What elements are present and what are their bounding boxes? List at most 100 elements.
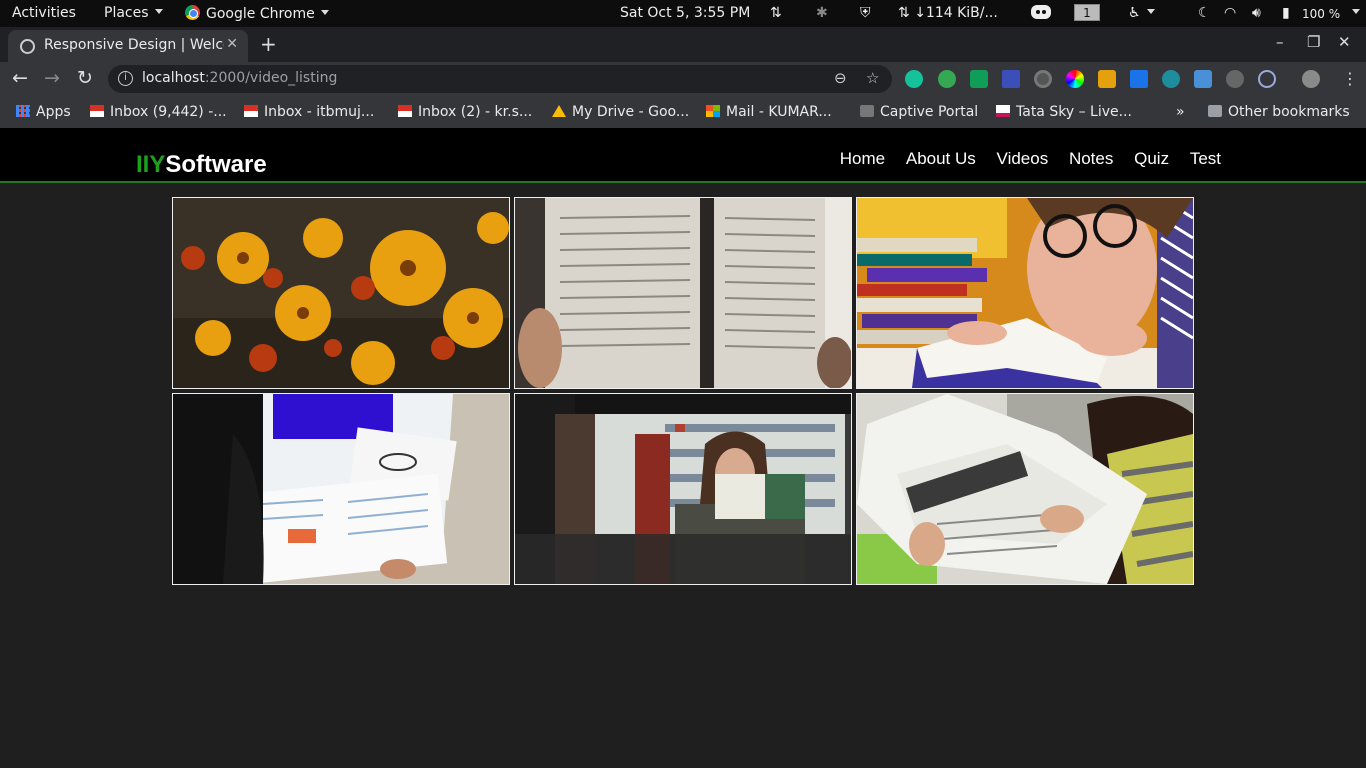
reload-button[interactable]: ↻ — [77, 67, 93, 89]
shield-icon: ⛨ — [860, 5, 871, 21]
accessibility-icon[interactable]: ♿ — [1128, 5, 1155, 21]
chevron-down-icon — [154, 9, 163, 14]
bookmark-captive-portal[interactable]: Captive Portal — [860, 104, 978, 120]
window-close-button[interactable]: ✕ — [1338, 33, 1351, 51]
system-menu[interactable] — [1346, 5, 1360, 21]
extension-crop-icon[interactable] — [1002, 70, 1020, 88]
video-thumbnail-flowers[interactable] — [172, 197, 510, 389]
chevron-down-icon — [1352, 9, 1360, 14]
bookmark-outlook[interactable]: Mail - KUMAR... — [706, 104, 832, 120]
browser-tab-active[interactable]: Responsive Design | Welcome ✕ — [8, 30, 248, 62]
nav-home[interactable]: Home — [840, 149, 885, 168]
color-picker-icon[interactable] — [1066, 70, 1084, 88]
react-devtools-icon[interactable] — [1258, 70, 1276, 88]
minimize-button[interactable]: – — [1276, 33, 1284, 51]
battery-percent: 100 % — [1302, 7, 1341, 21]
gmail-icon — [90, 105, 104, 117]
info-icon[interactable]: i — [118, 71, 133, 86]
zoom-icon[interactable]: ⊖ — [834, 69, 847, 87]
bookmark-gmail-2[interactable]: Inbox - itbmuj... — [244, 104, 374, 120]
video-thumbnail-library[interactable] — [514, 393, 852, 585]
new-tab-button[interactable]: + — [260, 32, 277, 56]
video-thumbnail-student-desk[interactable] — [172, 393, 510, 585]
extension-hand-icon[interactable] — [938, 70, 956, 88]
activities-button[interactable]: Activities — [12, 5, 76, 21]
url-host: localhost — [142, 70, 205, 86]
logo-text: Software — [165, 151, 267, 178]
places-menu[interactable]: Places — [104, 5, 163, 21]
tab-title: Responsive Design | Welcome — [44, 37, 224, 53]
network-speed-value: ↓114 KiB/... — [914, 5, 998, 21]
transfer-icon: ⇅ — [770, 5, 782, 21]
extension-window-icon[interactable] — [1130, 70, 1148, 88]
nav-about-us[interactable]: About Us — [906, 149, 976, 168]
url-path: :2000/video_listing — [204, 70, 338, 86]
logo-accent: IIY — [136, 151, 166, 178]
bookmark-gmail-1[interactable]: Inbox (9,442) -... — [90, 104, 227, 120]
portal-icon — [860, 105, 874, 117]
back-button[interactable]: ← — [12, 67, 28, 89]
forward-button[interactable]: → — [44, 67, 60, 89]
discord-icon — [1030, 3, 1052, 25]
volume-icon: 🔊︎ — [1252, 5, 1261, 21]
bookmark-label: Tata Sky – Live... — [1016, 104, 1132, 120]
extension-tool-icon[interactable] — [1098, 70, 1116, 88]
site-nav: Home About Us Videos Notes Quiz Test — [824, 149, 1221, 169]
tata-sky-icon — [996, 105, 1010, 117]
close-tab-icon[interactable]: ✕ — [226, 36, 238, 52]
globe-icon — [20, 39, 35, 54]
wifi-icon: ◠ — [1224, 5, 1237, 21]
extension-cyan-icon[interactable] — [1162, 70, 1180, 88]
apps-grid-icon — [16, 105, 30, 117]
bluetooth-icon: ✱ — [816, 5, 828, 21]
network-speed: ⇅ ↓114 KiB/... — [898, 5, 998, 21]
extension-green-icon[interactable] — [970, 70, 988, 88]
video-grid — [172, 197, 1194, 585]
bookmark-label: Inbox (9,442) -... — [110, 104, 227, 120]
bookmark-gmail-3[interactable]: Inbox (2) - kr.s... — [398, 104, 532, 120]
address-bar[interactable]: i localhost:2000/video_listing ⊖ ☆ — [108, 65, 892, 93]
workspace-indicator[interactable]: 1 — [1074, 4, 1100, 21]
bookmark-label: Mail - KUMAR... — [726, 104, 832, 120]
extension-gray-icon[interactable] — [1226, 70, 1244, 88]
video-thumbnail-newspaper[interactable] — [856, 393, 1194, 585]
bookmark-label: Inbox - itbmuj... — [264, 104, 375, 120]
night-light-icon: ☾ — [1198, 5, 1211, 21]
places-label: Places — [104, 5, 149, 21]
video-thumbnail-open-book[interactable] — [514, 197, 852, 389]
bookmark-label: Apps — [36, 104, 71, 120]
page-viewport: IIYSoftware Home About Us Videos Notes Q… — [0, 128, 1366, 768]
nav-quiz[interactable]: Quiz — [1134, 149, 1169, 168]
grammarly-icon[interactable] — [905, 70, 923, 88]
bookmarks-bar: Apps Inbox (9,442) -... Inbox - itbmuj..… — [0, 97, 1366, 128]
bookmark-star-icon[interactable]: ☆ — [866, 69, 879, 87]
extension-g-icon[interactable] — [1194, 70, 1212, 88]
app-menu[interactable]: Google Chrome — [185, 5, 329, 22]
workspace-number: 1 — [1074, 4, 1100, 21]
menu-kebab-icon[interactable]: ⋮ — [1342, 69, 1358, 88]
extension-record-icon[interactable] — [1034, 70, 1052, 88]
site-logo[interactable]: IIYSoftware — [136, 151, 267, 179]
bookmarks-overflow[interactable]: » — [1176, 104, 1185, 120]
bookmark-tata-sky[interactable]: Tata Sky – Live... — [996, 104, 1132, 120]
gmail-icon — [244, 105, 258, 117]
video-thumbnail-girl-reading[interactable] — [856, 197, 1194, 389]
folder-icon — [1208, 105, 1222, 117]
restore-button[interactable]: ❐ — [1307, 33, 1320, 51]
system-top-bar: Activities Places Google Chrome Sat Oct … — [0, 0, 1366, 27]
bookmark-label: Captive Portal — [880, 104, 979, 120]
other-bookmarks[interactable]: Other bookmarks — [1208, 104, 1350, 120]
site-header: IIYSoftware Home About Us Videos Notes Q… — [0, 128, 1366, 183]
clock[interactable]: Sat Oct 5, 3:55 PM — [620, 5, 750, 21]
nav-notes[interactable]: Notes — [1069, 149, 1113, 168]
nav-videos[interactable]: Videos — [997, 149, 1049, 168]
bookmark-drive[interactable]: My Drive - Goo... — [552, 104, 689, 120]
bookmark-apps[interactable]: Apps — [16, 104, 71, 120]
gmail-icon — [398, 105, 412, 117]
google-drive-icon — [552, 105, 566, 117]
nav-test[interactable]: Test — [1190, 149, 1221, 168]
chrome-icon — [185, 5, 200, 20]
browser-toolbar: ← → ↻ i localhost:2000/video_listing ⊖ ☆… — [0, 62, 1366, 97]
microsoft-icon — [706, 105, 720, 117]
profile-avatar[interactable] — [1302, 70, 1320, 88]
